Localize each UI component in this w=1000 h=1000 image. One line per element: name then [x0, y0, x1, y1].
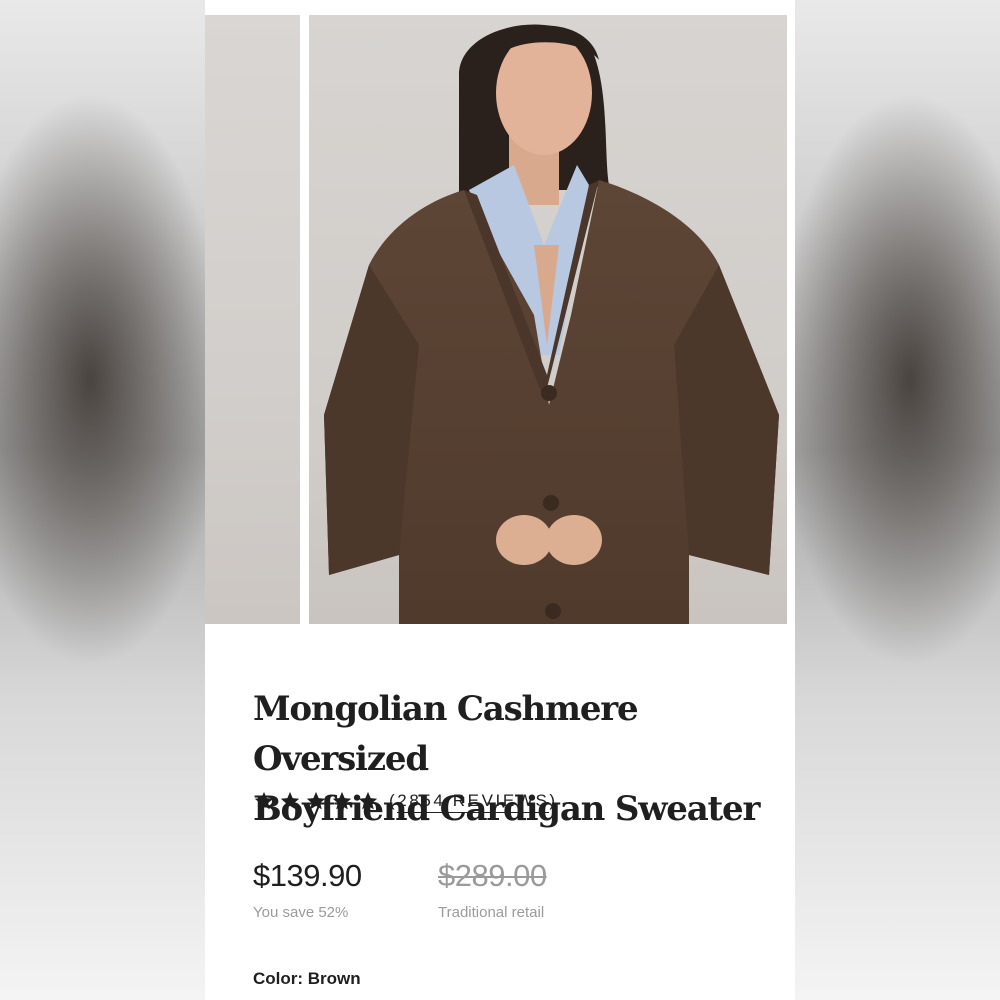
star-icon — [280, 791, 300, 810]
star-icon — [332, 791, 352, 810]
star-rating — [253, 790, 379, 812]
star-icon — [306, 791, 326, 810]
product-main-image[interactable] — [309, 15, 787, 624]
product-image-gallery[interactable] — [205, 15, 795, 624]
reviews-close-paren: ) — [549, 791, 558, 810]
rating-row: (2854 REVIEWS) — [253, 790, 558, 813]
gallery-previous-image[interactable] — [205, 15, 300, 624]
reviews-count[interactable]: 2854 REVIEWS — [397, 791, 550, 813]
star-icon — [254, 791, 274, 810]
product-card: Mongolian Cashmere Oversized Boyfriend C… — [205, 0, 795, 1000]
color-value: Brown — [307, 969, 361, 988]
retail-label: Traditional retail — [438, 904, 545, 921]
color-label: Color: — [253, 969, 304, 988]
sale-price: $139.90 — [253, 858, 362, 893]
reviews-link[interactable]: (2854 REVIEWS) — [389, 791, 558, 813]
color-selection: Color: Brown — [253, 969, 361, 989]
product-title-line-1: Mongolian Cashmere Oversized — [253, 689, 639, 779]
model-photo-illustration — [324, 24, 779, 624]
retail-price: $289.00 — [438, 858, 547, 893]
savings-text: You save 52% — [253, 904, 349, 921]
star-icon — [358, 791, 378, 810]
